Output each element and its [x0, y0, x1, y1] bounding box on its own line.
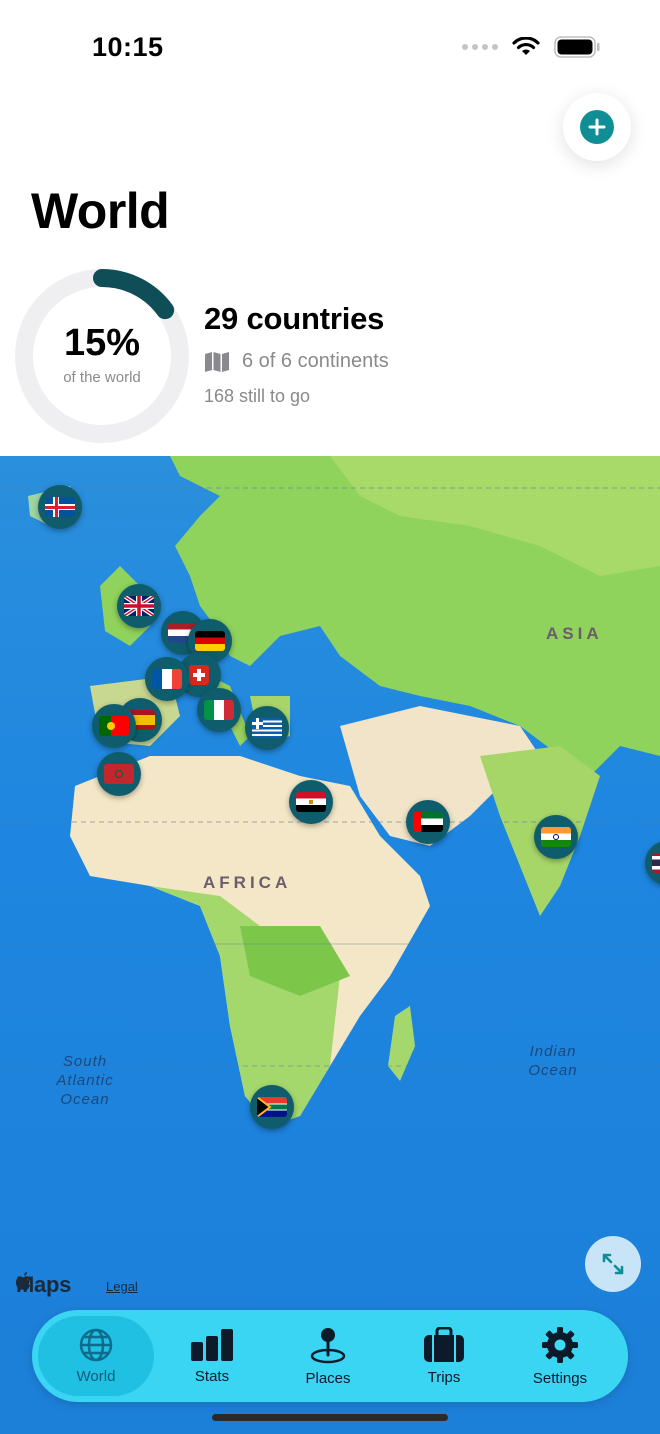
expand-arrows-icon	[602, 1253, 624, 1275]
pin-italy[interactable]	[197, 688, 241, 732]
egypt-flag-icon	[296, 792, 326, 812]
plus-icon	[580, 110, 614, 144]
pin-egypt[interactable]	[289, 780, 333, 824]
apple-logo-icon	[16, 1272, 30, 1290]
switzerland-flag-icon	[189, 665, 209, 685]
map-pin-icon	[310, 1327, 346, 1363]
tab-stats[interactable]: Stats	[154, 1316, 270, 1396]
thailand-flag-icon	[652, 853, 660, 873]
iceland-flag-icon	[45, 497, 75, 517]
apple-maps-brand: Maps	[16, 1272, 71, 1298]
battery-icon	[554, 36, 600, 58]
continents-row: 6 of 6 continents	[204, 350, 389, 373]
cellular-signal-icon	[462, 44, 498, 50]
status-time: 10:15	[92, 32, 164, 62]
uk-flag-icon	[124, 596, 154, 616]
world-percent: 15%	[63, 322, 141, 364]
pin-france[interactable]	[145, 657, 189, 701]
status-icons	[462, 36, 600, 58]
page-title: World	[31, 183, 170, 239]
continents-count: 6 of 6 continents	[242, 350, 389, 372]
tab-world-label: World	[76, 1367, 116, 1385]
india-flag-icon	[541, 827, 571, 847]
tab-places-label: Places	[305, 1369, 351, 1387]
tab-world[interactable]: World	[38, 1316, 154, 1396]
tab-bar: World Stats Places Trips Settings	[32, 1310, 628, 1402]
greece-flag-icon	[252, 718, 282, 738]
italy-flag-icon	[204, 700, 234, 720]
indian-ocean-label: Indian Ocean	[528, 1043, 578, 1079]
home-indicator	[212, 1414, 448, 1421]
bar-chart-icon	[191, 1328, 233, 1361]
suitcase-icon	[424, 1326, 464, 1362]
countries-count: 29 countries	[204, 301, 385, 336]
countries-remaining: 168 still to go	[204, 386, 311, 406]
tab-trips[interactable]: Trips	[386, 1316, 502, 1396]
portugal-flag-icon	[99, 716, 129, 736]
map-icon	[205, 351, 229, 372]
south-africa-flag-icon	[257, 1097, 287, 1117]
gear-icon	[542, 1326, 578, 1363]
morocco-flag-icon	[104, 764, 134, 784]
pin-united-kingdom[interactable]	[117, 584, 161, 628]
tab-trips-label: Trips	[427, 1368, 461, 1386]
add-country-button[interactable]	[563, 93, 631, 161]
asia-label: ASIA	[546, 624, 603, 643]
globe-icon	[79, 1328, 113, 1361]
tab-places[interactable]: Places	[270, 1316, 386, 1396]
wifi-icon	[512, 37, 540, 55]
pin-south-africa[interactable]	[250, 1085, 294, 1129]
pin-greece[interactable]	[245, 706, 289, 750]
pin-india[interactable]	[534, 815, 578, 859]
germany-flag-icon	[195, 631, 225, 651]
world-percent-caption: of the world	[63, 369, 141, 386]
pin-iceland[interactable]	[38, 485, 82, 529]
africa-label: AFRICA	[203, 873, 292, 892]
pin-portugal[interactable]	[92, 704, 136, 748]
legal-link[interactable]: Legal	[106, 1279, 138, 1294]
uae-flag-icon	[413, 812, 443, 832]
map-landmass	[0, 456, 660, 1126]
tab-settings-label: Settings	[532, 1369, 588, 1387]
france-flag-icon	[152, 669, 182, 689]
south-atlantic-ocean-label: South Atlantic Ocean	[56, 1053, 114, 1108]
tab-stats-label: Stats	[194, 1367, 230, 1385]
pin-morocco[interactable]	[97, 752, 141, 796]
tab-settings[interactable]: Settings	[502, 1316, 618, 1396]
world-map[interactable]: ASIA AFRICA South Atlantic Ocean Indian …	[0, 456, 660, 1434]
pin-uae[interactable]	[406, 800, 450, 844]
expand-map-button[interactable]	[585, 1236, 641, 1292]
